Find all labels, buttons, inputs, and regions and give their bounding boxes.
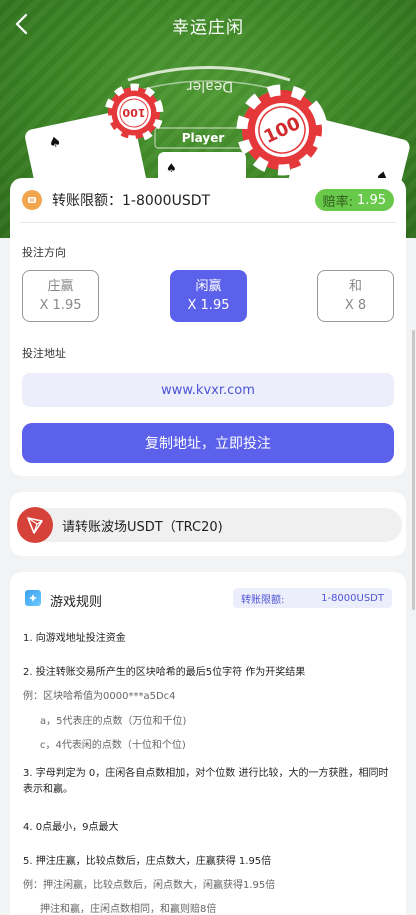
rule-example: 例：押注闲赢，比较点数后，闲点数大，闲赢获得1.95倍 [23, 880, 276, 891]
transfer-limit-row: 转账限额：1-8000USDT 赔率: 1.95 [10, 178, 406, 222]
divider [20, 222, 396, 223]
bet-address-label: 投注地址 [22, 347, 66, 360]
rules-header: 游戏规则 转账限额: 1-8000USDT [10, 572, 406, 624]
bet-option-name: 和 [348, 279, 362, 294]
copy-address-button[interactable]: 复制地址，立即投注 [22, 423, 394, 463]
player-label: Player [182, 131, 225, 145]
bet-direction-label: 投注方向 [22, 246, 66, 259]
rules-icon [25, 590, 41, 606]
rule-line: 2. 投注转账交易所产生的区块哈希的最后5位字符 作为开奖结果 [23, 667, 306, 678]
bet-option-odds: X 1.95 [39, 298, 82, 313]
rule-example: 押注和赢，庄闲点数相同，和赢则赔8倍 [40, 904, 217, 915]
chip-small-value: 100 [122, 106, 145, 119]
trc20-card: 请转账波场USDT（TRC20) [10, 492, 406, 556]
rule-example: a，5代表庄的点数（万位和千位) [40, 716, 187, 727]
odds-value: 1.95 [357, 192, 386, 208]
bet-option-banker[interactable]: 庄赢 X 1.95 [22, 270, 99, 322]
tron-logo-icon [17, 507, 53, 543]
rules-title: 游戏规则 [50, 595, 103, 610]
bet-option-odds: X 8 [344, 298, 367, 313]
trc20-instruction: 请转账波场USDT（TRC20) [62, 520, 223, 535]
bet-address-field[interactable]: www.kvxr.com [22, 373, 394, 407]
page-title: 幸运庄闲 [172, 17, 244, 38]
bet-option-name: 庄赢 [47, 279, 74, 294]
rule-line: 1. 向游戏地址投注资金 [23, 633, 126, 644]
rule-example: c，4代表闲的点数（十位和个位) [40, 740, 186, 751]
rules-limit-badge: 转账限额: 1-8000USDT [233, 588, 392, 608]
coin-icon [22, 190, 42, 210]
bet-option-tie[interactable]: 和 X 8 [317, 270, 394, 322]
odds-label: 赔率: [322, 194, 354, 210]
rule-line: 3. 字母判定为 0，庄闲各自点数相加，对个位数 进行比较，大的一方获胜，相同时… [23, 768, 389, 795]
odds-badge: 赔率: 1.95 [314, 189, 394, 211]
rule-line: 4. 0点最小，9点最大 [23, 822, 119, 833]
chevron-left-icon [15, 13, 28, 35]
game-rules-card: 游戏规则 转账限额: 1-8000USDT 1. 向游戏地址投注资金 2. 投注… [10, 572, 406, 915]
back-button[interactable] [8, 10, 36, 38]
transfer-limit-text: 转账限额：1-8000USDT [52, 193, 211, 209]
svg-text:♠: ♠ [166, 161, 177, 175]
scrollbar[interactable] [412, 330, 415, 610]
bet-option-player[interactable]: 闲赢 X 1.95 [170, 270, 247, 322]
rule-example: 例：区块哈希值为0000***a5Dc4 [23, 691, 176, 702]
rule-line: 5. 押注庄赢，比较点数后，庄点数大，庄赢获得 1.95倍 [23, 856, 272, 867]
transfer-card: 转账限额：1-8000USDT 赔率: 1.95 投注方向 庄赢 X 1.95 … [10, 178, 406, 476]
top-bar: 幸运庄闲 [0, 0, 416, 54]
bet-option-odds: X 1.95 [187, 298, 230, 313]
rules-limit-value: 1-8000USDT [321, 592, 384, 604]
bet-option-name: 闲赢 [195, 279, 222, 294]
rules-limit-label: 转账限额: [241, 594, 285, 606]
dealer-label: Dealer [187, 78, 233, 94]
